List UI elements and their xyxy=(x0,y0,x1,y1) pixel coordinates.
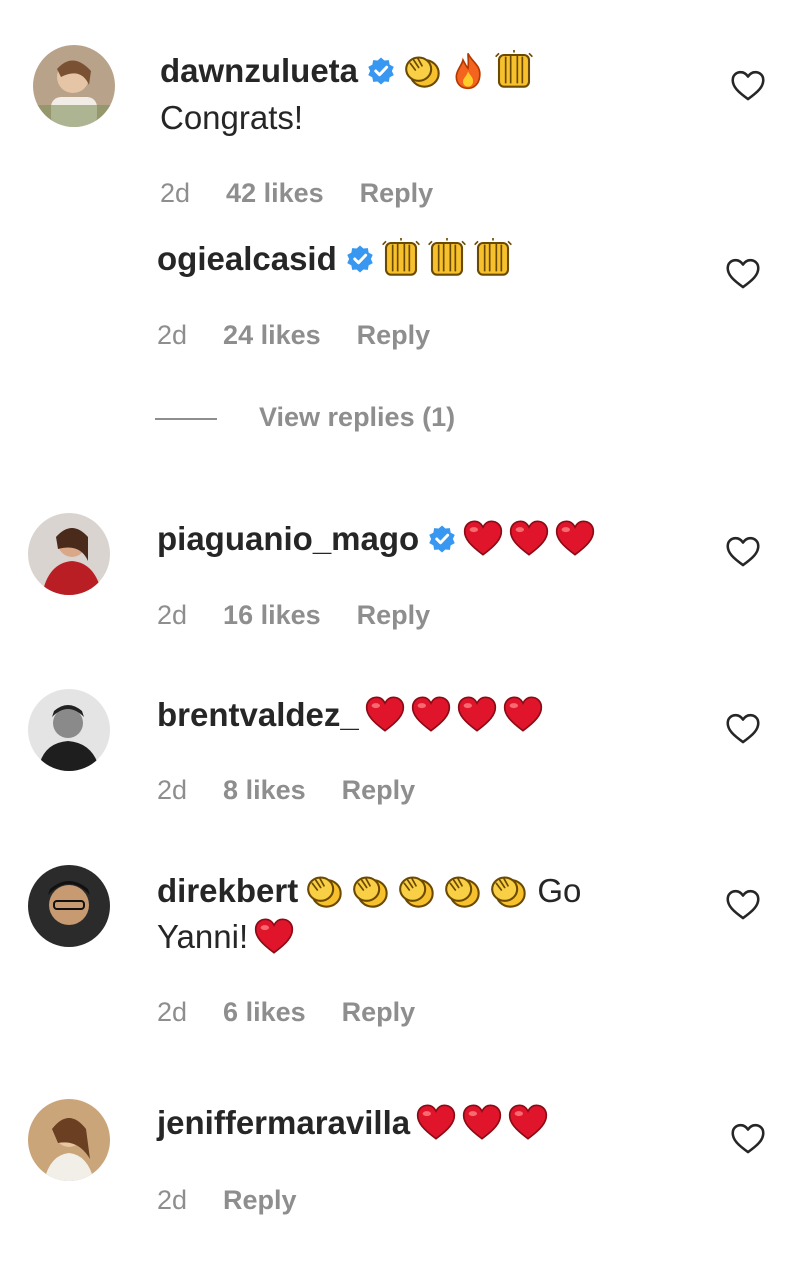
clap-emoji-icon xyxy=(350,870,390,910)
verified-badge-icon xyxy=(427,524,457,554)
like-heart-icon[interactable] xyxy=(725,258,761,290)
comment-meta: 2d Reply xyxy=(157,1185,333,1216)
like-heart-icon[interactable] xyxy=(730,70,766,102)
comment-meta: 2d 24 likes Reply xyxy=(157,320,466,351)
raised-hands-emoji-icon xyxy=(494,50,534,90)
likes-count[interactable]: 42 likes xyxy=(226,178,324,208)
fire-emoji-icon xyxy=(448,50,488,90)
reply-button[interactable]: Reply xyxy=(223,1185,297,1215)
red-heart-emoji-icon xyxy=(555,518,595,558)
reply-button[interactable]: Reply xyxy=(357,600,431,630)
red-heart-emoji-icon xyxy=(411,694,451,734)
username[interactable]: dawnzulueta xyxy=(160,52,358,89)
view-replies-button[interactable]: View replies (1) xyxy=(155,402,455,433)
timestamp[interactable]: 2d xyxy=(160,178,190,208)
red-heart-emoji-icon xyxy=(509,518,549,558)
clap-emoji-icon xyxy=(402,50,442,90)
red-heart-emoji-icon xyxy=(254,916,294,956)
avatar[interactable] xyxy=(33,45,115,127)
like-heart-icon[interactable] xyxy=(730,1123,766,1155)
raised-hands-emoji-icon xyxy=(473,238,513,278)
red-heart-emoji-icon xyxy=(416,1102,456,1142)
reply-button[interactable]: Reply xyxy=(360,178,434,208)
avatar[interactable] xyxy=(28,865,110,947)
reply-button[interactable]: Reply xyxy=(342,997,416,1027)
clap-emoji-icon xyxy=(396,870,436,910)
comment-text: Congrats! xyxy=(160,99,304,136)
timestamp[interactable]: 2d xyxy=(157,775,187,805)
like-heart-icon[interactable] xyxy=(725,536,761,568)
comment-text: Go xyxy=(537,872,582,909)
like-heart-icon[interactable] xyxy=(725,713,761,745)
username[interactable]: piaguanio_mago xyxy=(157,520,419,557)
likes-count[interactable]: 24 likes xyxy=(223,320,321,350)
timestamp[interactable]: 2d xyxy=(157,1185,187,1215)
verified-badge-icon xyxy=(345,244,375,274)
likes-count[interactable]: 16 likes xyxy=(223,600,321,630)
reply-button[interactable]: Reply xyxy=(342,775,416,805)
clap-emoji-icon xyxy=(442,870,482,910)
reply-button[interactable]: Reply xyxy=(357,320,431,350)
raised-hands-emoji-icon xyxy=(427,238,467,278)
avatar[interactable] xyxy=(28,1099,110,1181)
comment-text: Yanni! xyxy=(157,918,249,955)
username[interactable]: direkbert xyxy=(157,872,298,909)
clap-emoji-icon xyxy=(488,870,528,910)
raised-hands-emoji-icon xyxy=(381,238,421,278)
likes-count[interactable]: 8 likes xyxy=(223,775,306,805)
red-heart-emoji-icon xyxy=(457,694,497,734)
red-heart-emoji-icon xyxy=(503,694,543,734)
timestamp[interactable]: 2d xyxy=(157,997,187,1027)
username[interactable]: brentvaldez_ xyxy=(157,696,359,733)
timestamp[interactable]: 2d xyxy=(157,320,187,350)
divider-line xyxy=(155,417,217,420)
comment-meta: 2d 42 likes Reply xyxy=(160,178,469,209)
likes-count[interactable]: 6 likes xyxy=(223,997,306,1027)
red-heart-emoji-icon xyxy=(462,1102,502,1142)
view-replies-label[interactable]: View replies (1) xyxy=(259,402,455,432)
red-heart-emoji-icon xyxy=(508,1102,548,1142)
username[interactable]: jeniffermaravilla xyxy=(157,1104,410,1141)
red-heart-emoji-icon xyxy=(365,694,405,734)
username[interactable]: ogiealcasid xyxy=(157,240,337,277)
comment-meta: 2d 16 likes Reply xyxy=(157,600,466,631)
red-heart-emoji-icon xyxy=(463,518,503,558)
comment-meta: 2d 6 likes Reply xyxy=(157,997,451,1028)
avatar[interactable] xyxy=(28,689,110,771)
timestamp[interactable]: 2d xyxy=(157,600,187,630)
verified-badge-icon xyxy=(366,56,396,86)
clap-emoji-icon xyxy=(304,870,344,910)
like-heart-icon[interactable] xyxy=(725,889,761,921)
comment-meta: 2d 8 likes Reply xyxy=(157,775,451,806)
avatar[interactable] xyxy=(28,513,110,595)
